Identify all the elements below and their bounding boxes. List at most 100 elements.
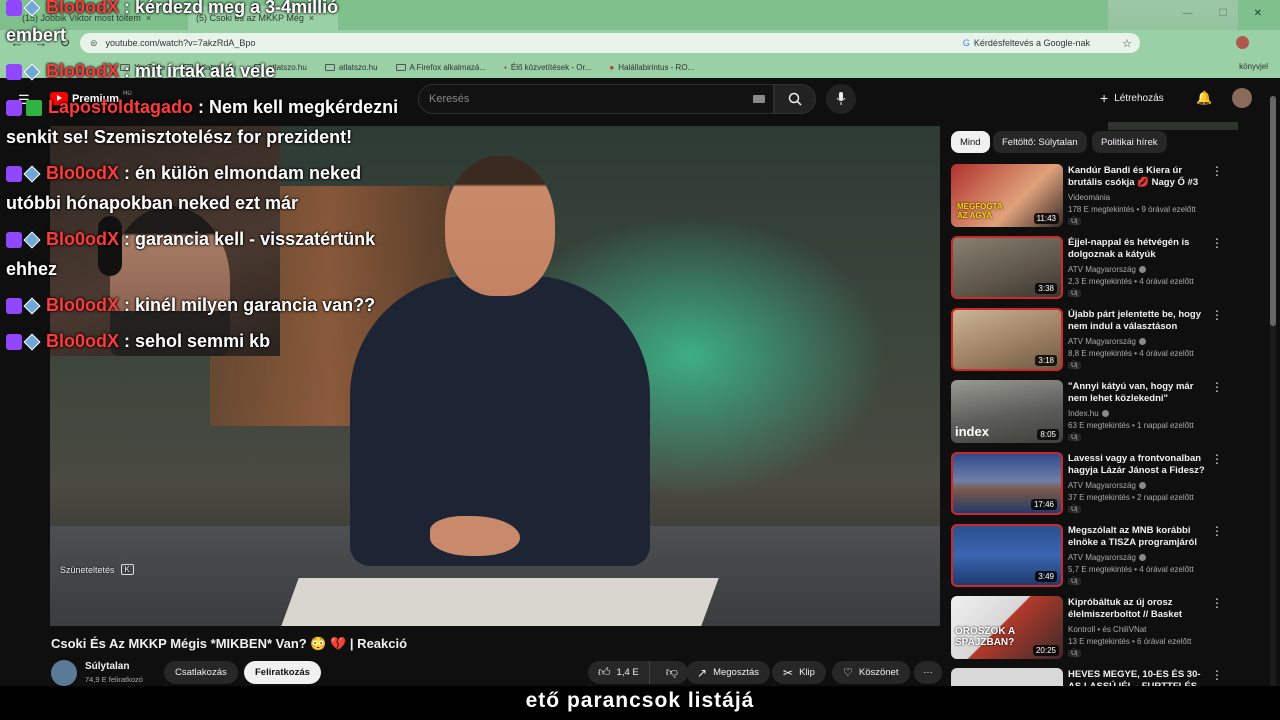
- kebab-menu-icon[interactable]: ⋮: [1211, 596, 1223, 610]
- search-icon: [788, 92, 802, 106]
- video-meta: 13 E megtekintés • 6 órával ezelőtt: [1068, 637, 1192, 646]
- chat-nick: Blo0odX: [46, 229, 120, 249]
- duration-badge: 11:43: [1033, 213, 1059, 224]
- channel-name[interactable]: Videománia: [1068, 193, 1110, 202]
- google-search-button[interactable]: G Kérdésfeltevés a Google-nak: [963, 36, 1090, 50]
- thumbnail-text: MEGFOGTA AZ AGYA: [957, 202, 1003, 220]
- twitch-badge-icon: [6, 232, 22, 249]
- chip-uploader[interactable]: Feltöltő: Súlytalan: [993, 131, 1087, 153]
- video-thumbnail[interactable]: index 8:05: [951, 380, 1063, 443]
- thanks-button[interactable]: ♡ Köszönet: [832, 661, 910, 684]
- clip-button[interactable]: ✂ Klip: [772, 661, 826, 684]
- subscribe-button[interactable]: Feliratkozás: [244, 661, 321, 684]
- channel-name[interactable]: Súlytalan: [85, 661, 129, 672]
- twitch-badge-icon: [6, 298, 22, 315]
- folder-icon: [324, 63, 335, 71]
- like-button[interactable]: 👍︎ 1,4 E: [588, 661, 650, 684]
- like-count: 1,4 E: [616, 667, 639, 678]
- chat-message: Blo0odX : én külön elmondam neked: [6, 158, 361, 188]
- profile-avatar-icon[interactable]: [1236, 36, 1249, 49]
- kebab-menu-icon[interactable]: ⋮: [1211, 380, 1223, 394]
- search-button[interactable]: [774, 84, 816, 114]
- kebab-menu-icon[interactable]: ⋮: [1211, 452, 1223, 466]
- site-info-icon[interactable]: ⊜: [90, 38, 98, 49]
- video-thumbnail[interactable]: 3:49: [951, 524, 1063, 587]
- channel-name[interactable]: Index.hu: [1068, 409, 1109, 418]
- chat-message: Blo0odX : kinél milyen garancia van??: [6, 290, 375, 320]
- recommended-video[interactable]: 3:18 Újabb párt jelentette be, hogy nem …: [951, 308, 1226, 376]
- kebab-menu-icon[interactable]: ⋮: [1211, 524, 1223, 538]
- video-title[interactable]: Kipróbáltuk az új orosz élelmiszerboltot…: [1068, 597, 1206, 621]
- recommended-video[interactable]: OROSZOK A SPAJZBAN? 20:25 Kipróbáltuk az…: [951, 596, 1226, 664]
- recommended-video[interactable]: index 8:05 "Annyi kátyú van, hogy már ne…: [951, 380, 1226, 448]
- google-icon: G: [962, 38, 970, 48]
- recommended-video[interactable]: 3:49 Megszólalt az MNB korábbi elnöke a …: [951, 524, 1226, 592]
- star-icon[interactable]: ☆: [1122, 37, 1132, 50]
- channel-avatar[interactable]: [51, 660, 77, 686]
- chat-message: Blo0odX : mit írtak alá vele: [6, 56, 275, 86]
- video-thumbnail[interactable]: 3:38: [951, 236, 1063, 299]
- new-badge: Új: [1068, 218, 1081, 225]
- join-button[interactable]: Csatlakozás: [164, 661, 238, 684]
- verified-icon: [1138, 338, 1146, 346]
- notifications-icon[interactable]: 🔔: [1196, 90, 1212, 106]
- bookmark-item[interactable]: A Firefox alkalmazá...: [395, 63, 486, 72]
- more-actions-button[interactable]: ···: [914, 661, 942, 684]
- video-thumbnail[interactable]: OROSZOK A SPAJZBAN? 20:25: [951, 596, 1063, 659]
- create-button[interactable]: + Létrehozás: [1100, 90, 1164, 106]
- presenter-figure: [350, 156, 650, 566]
- video-title[interactable]: Megszólalt az MNB korábbi elnöke a TISZA…: [1068, 525, 1206, 549]
- scrollbar-thumb[interactable]: [1270, 96, 1276, 326]
- video-title[interactable]: Újabb párt jelentette be, hogy nem indul…: [1068, 309, 1206, 333]
- pause-hint: Szüneteltetés K: [60, 564, 134, 575]
- video-title[interactable]: "Annyi kátyú van, hogy már nem lehet köz…: [1068, 381, 1206, 405]
- dislike-button[interactable]: 👎︎: [656, 661, 688, 684]
- recommended-video[interactable]: 17:46 Lavessi vagy a frontvonalban hagyj…: [951, 452, 1226, 520]
- chat-nick: Laposfoldtagado: [48, 97, 193, 117]
- video-thumbnail[interactable]: MEGFOGTA AZ AGYA 11:43: [951, 164, 1063, 227]
- video-title[interactable]: Kandúr Bandi és Kiera úr brutális csókja…: [1068, 165, 1206, 189]
- folder-icon: [395, 63, 406, 71]
- chip-all[interactable]: Mind: [951, 131, 990, 153]
- diamond-badge-icon: [23, 333, 41, 351]
- url-text[interactable]: youtube.com/watch?v=7akzRdA_Bpo: [106, 38, 256, 48]
- channel-name[interactable]: ATV Magyarország: [1068, 337, 1146, 346]
- video-meta: 37 E megtekintés • 2 nappal ezelőtt: [1068, 493, 1194, 502]
- close-window-icon[interactable]: ✕: [1254, 8, 1262, 19]
- bookmark-item[interactable]: atlatszo.hu: [324, 63, 378, 72]
- chat-nick: Blo0odX: [46, 61, 120, 81]
- url-bar[interactable]: ⊜ youtube.com/watch?v=7akzRdA_Bpo G Kérd…: [80, 33, 1140, 53]
- bookmark-item[interactable]: ▪ Élő közvetítések - Or...: [504, 63, 591, 72]
- other-bookmarks[interactable]: könyvjel: [1239, 62, 1268, 71]
- voice-search-button[interactable]: [826, 84, 856, 114]
- channel-name[interactable]: ATV Magyarország: [1068, 481, 1146, 490]
- kebab-menu-icon[interactable]: ⋮: [1211, 668, 1223, 682]
- chat-nick: Blo0odX: [46, 0, 120, 17]
- keyboard-icon[interactable]: [753, 95, 765, 103]
- chip-political-news[interactable]: Politikai hírek: [1092, 131, 1167, 153]
- address-bar-row: ← → ↻ ⊜ youtube.com/watch?v=7akzRdA_Bpo …: [0, 30, 1280, 56]
- chat-nick: Blo0odX: [46, 295, 120, 315]
- kebab-menu-icon[interactable]: ⋮: [1211, 236, 1223, 250]
- share-button[interactable]: ↗ Megosztás: [686, 661, 770, 684]
- plus-icon: +: [1100, 90, 1109, 106]
- verified-icon: [1101, 410, 1109, 418]
- kebab-menu-icon[interactable]: ⋮: [1211, 308, 1223, 322]
- video-title[interactable]: Lavessi vagy a frontvonalban hagyja Lázá…: [1068, 453, 1206, 477]
- recommended-video[interactable]: MEGFOGTA AZ AGYA 11:43 Kandúr Bandi és K…: [951, 164, 1226, 232]
- chat-message-cont: embert: [6, 25, 67, 45]
- channel-name[interactable]: Kontroll • és ChiliVNat: [1068, 625, 1146, 634]
- bookmark-item[interactable]: ● Halállabirintus - RO...: [609, 63, 694, 72]
- video-thumbnail[interactable]: 17:46: [951, 452, 1063, 515]
- channel-name[interactable]: ATV Magyarország: [1068, 265, 1146, 274]
- channel-name[interactable]: ATV Magyarország: [1068, 553, 1146, 562]
- video-thumbnail[interactable]: 3:18: [951, 308, 1063, 371]
- search-input[interactable]: Keresés: [418, 84, 774, 114]
- scrollbar[interactable]: [1270, 96, 1276, 688]
- kebab-menu-icon[interactable]: ⋮: [1211, 164, 1223, 178]
- avatar[interactable]: [1232, 88, 1252, 108]
- page: (15) Jobbik Viktor most töltem × (5) Cso…: [0, 0, 1280, 720]
- video-title[interactable]: Éjjel-nappal és hétvégén is dolgoznak a …: [1068, 237, 1206, 261]
- recommended-video[interactable]: 3:38 Éjjel-nappal és hétvégén is dolgozn…: [951, 236, 1226, 304]
- twitch-badge-icon: [6, 100, 22, 117]
